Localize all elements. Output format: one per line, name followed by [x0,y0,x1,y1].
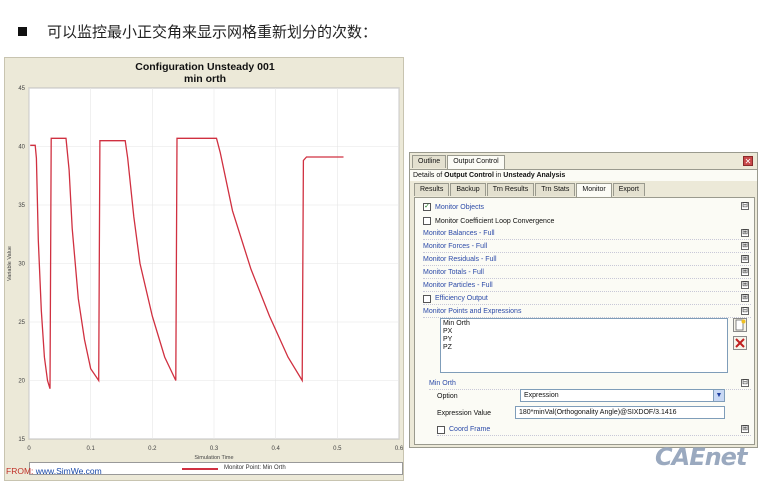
tab-monitor[interactable]: Monitor [576,183,612,197]
monitor-points-label: Monitor Points and Expressions [423,308,522,315]
sub-tab-bar: Results Backup Trn Results Trn Stats Mon… [414,183,646,197]
section-label: Monitor Balances - Full [423,230,495,237]
heading-text: 可以监控最小正交角来显示网格重新划分的次数： [47,22,378,41]
section-label: Monitor Totals - Full [423,269,484,276]
x-tick-label: 0.4 [271,446,280,452]
section-totals[interactable]: Monitor Totals - Full ⊞ [423,267,751,279]
expand-icon[interactable]: ⊞ [741,268,749,276]
output-control-panel: Outline Output Control ✕ Details of Outp… [409,152,758,448]
tab-backup[interactable]: Backup [450,183,486,196]
coord-frame-row[interactable]: Coord Frame ⊞ [437,424,751,436]
x-tick-label: 0.2 [148,446,157,452]
details-object: Output Control [444,172,494,179]
tab-trn-results[interactable]: Trn Results [486,183,535,196]
details-analysis: Unsteady Analysis [503,172,566,179]
section-label: Monitor Forces - Full [423,243,488,250]
expression-label: Expression Value [437,409,491,417]
legend-swatch [182,468,218,470]
min-orth-label: Min Orth [429,380,456,387]
monitor-points-list[interactable]: Min Orth PX PY PZ [440,318,728,373]
monitor-content: ✓ Monitor Objects ⊟ Monitor Coefficient … [414,197,755,445]
option-label: Option [437,392,458,400]
section-label: Monitor Residuals - Full [423,256,497,263]
x-tick-label: 0.3 [210,446,219,452]
coef-loop-checkbox[interactable] [423,217,431,225]
x-tick-label: 0 [27,446,31,452]
chart-panel: Configuration Unsteady 001 min orth 0 0.1… [4,57,404,481]
y-tick-label: 25 [18,320,25,326]
source-credit: FROM: www.SimWe.com [6,466,102,476]
list-item[interactable]: Min Orth [443,320,725,328]
expand-icon[interactable]: ⊞ [741,255,749,263]
y-tick-label: 35 [18,203,25,209]
coord-frame-checkbox[interactable] [437,425,445,434]
option-select[interactable]: Expression ▼ [520,389,725,402]
y-tick-label: 30 [18,262,25,268]
tab-output-control[interactable]: Output Control [447,155,505,169]
details-prefix: Details of [413,172,443,179]
monitor-objects-checkbox[interactable]: ✓ [423,203,431,211]
source-link[interactable]: www.SimWe.com [36,466,102,476]
monitor-objects-row[interactable]: ✓ Monitor Objects ⊟ [423,201,751,213]
section-residuals[interactable]: Monitor Residuals - Full ⊞ [423,254,751,266]
legend-label: Monitor Point: Min Orth [224,465,286,471]
efficiency-label: Efficiency Output [435,295,488,302]
y-tick-label: 40 [18,145,25,151]
x-axis-label: Simulation Time [194,455,233,461]
list-item[interactable]: PX [443,328,725,336]
expand-icon[interactable]: ⊞ [741,281,749,289]
bullet-square-icon [18,26,27,36]
tab-export[interactable]: Export [612,183,645,196]
expand-icon[interactable]: ⊞ [741,294,749,302]
efficiency-checkbox[interactable] [423,294,431,303]
slide-heading: 可以监控最小正交角来显示网格重新划分的次数： [10,20,377,42]
section-label: Monitor Particles - Full [423,282,493,289]
x-tick-label: 0.5 [333,446,342,452]
y-tick-label: 20 [18,379,25,385]
option-value: Expression [524,392,559,399]
top-tab-bar: Outline Output Control [412,155,506,169]
close-icon[interactable]: ✕ [743,156,753,166]
delete-icon[interactable] [733,336,747,350]
caenet-logo: CAEnet [655,443,747,471]
y-tick-label: 45 [18,86,25,92]
tab-outline[interactable]: Outline [412,155,447,168]
list-item[interactable]: PY [443,336,725,344]
y-tick-label: 15 [18,437,25,443]
expression-input[interactable]: 180*minVal(Orthogonality Angle)@SIXDOF/3… [515,406,725,419]
x-tick-label: 0.1 [86,446,95,452]
monitor-points-header[interactable]: Monitor Points and Expressions ⊟ [423,306,751,318]
collapse-icon[interactable]: ⊟ [741,379,749,387]
efficiency-output-row[interactable]: Efficiency Output ⊞ [423,293,751,305]
source-prefix: FROM: [6,466,34,476]
details-in: in [495,172,502,179]
x-tick-label: 0.6 [395,446,404,452]
new-item-icon[interactable] [733,318,747,332]
monitor-objects-label: Monitor Objects [435,203,485,211]
line-chart: 0 0.1 0.2 0.3 0.4 0.5 0.6 15 20 25 30 35 40 45 Simulat… [7,86,404,461]
section-balances[interactable]: Monitor Balances - Full ⊞ [423,228,751,240]
tab-results[interactable]: Results [414,183,450,196]
y-axis-label: Variable Value [7,246,13,281]
tab-trn-stats[interactable]: Trn Stats [535,183,576,196]
section-particles[interactable]: Monitor Particles - Full ⊞ [423,280,751,292]
coef-loop-label: Monitor Coefficient Loop Convergence [435,217,555,225]
expand-icon[interactable]: ⊞ [741,425,749,433]
details-header: Details of Output Control in Unsteady An… [410,169,757,181]
expand-icon[interactable]: ⊞ [741,229,749,237]
expand-icon[interactable]: ⊞ [741,242,749,250]
chevron-down-icon[interactable]: ▼ [713,390,724,401]
section-forces[interactable]: Monitor Forces - Full ⊞ [423,241,751,253]
coord-frame-label: Coord Frame [449,426,491,433]
collapse-icon[interactable]: ⊟ [741,307,749,315]
collapse-icon[interactable]: ⊟ [741,202,749,210]
coef-loop-row[interactable]: Monitor Coefficient Loop Convergence [423,215,751,227]
list-item[interactable]: PZ [443,344,725,352]
